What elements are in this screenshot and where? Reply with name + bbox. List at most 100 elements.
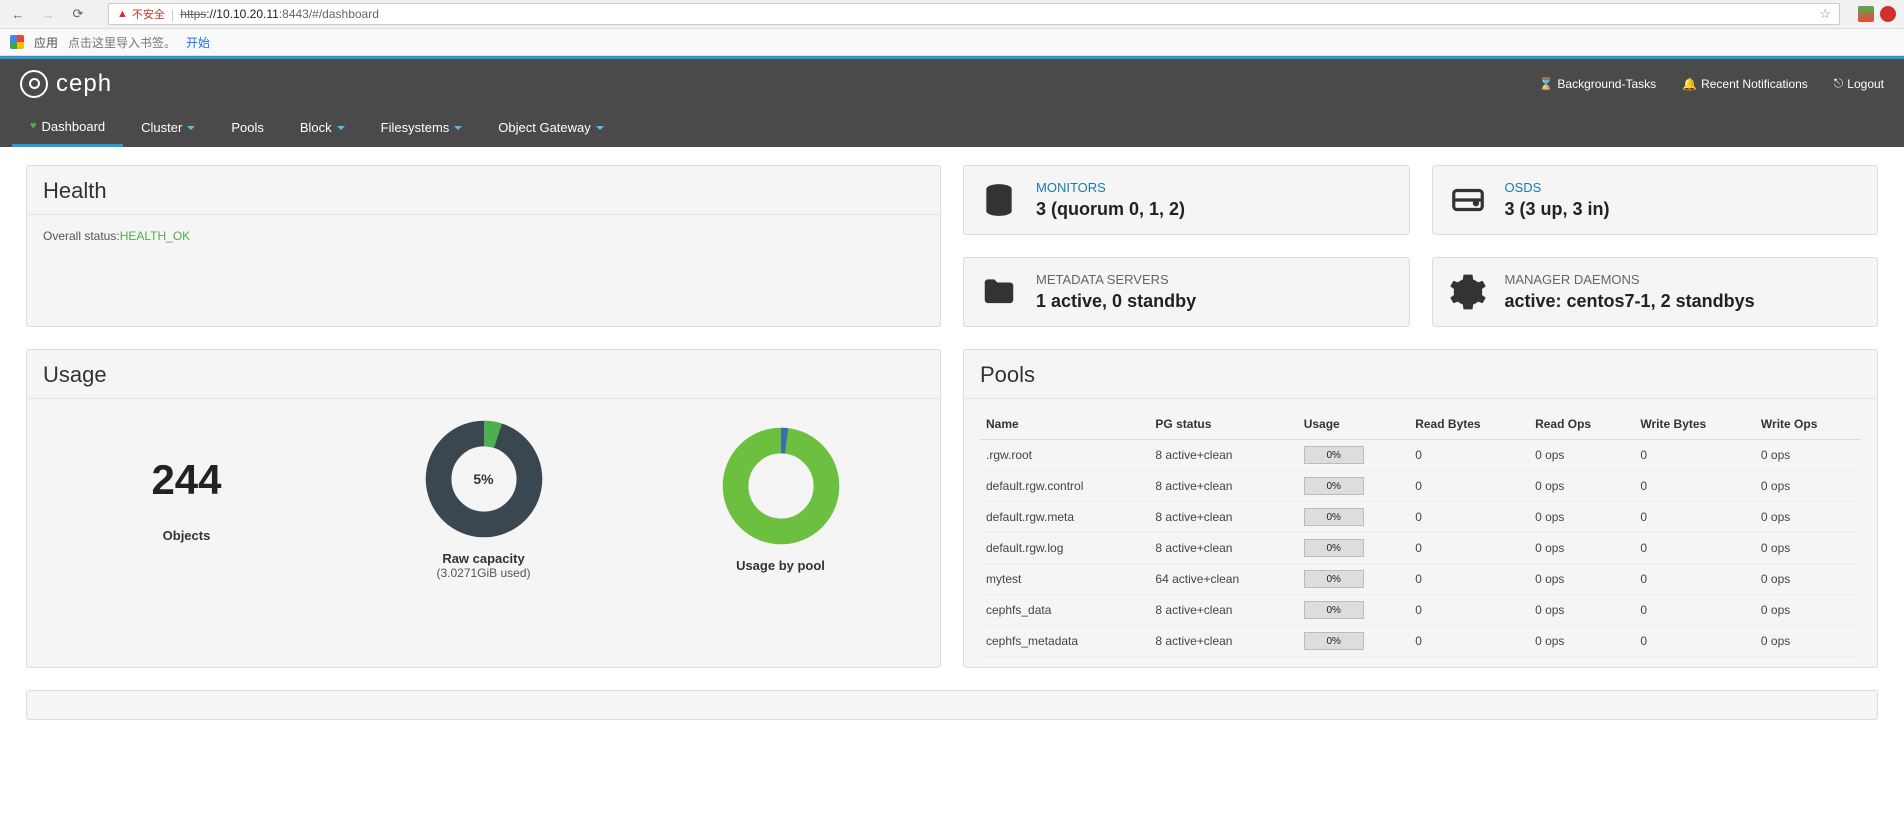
usage-bar: 0%: [1304, 539, 1364, 557]
cell-pg: 8 active+clean: [1149, 502, 1297, 533]
cell-name: mytest: [980, 564, 1149, 595]
monitors-card[interactable]: MONITORS 3 (quorum 0, 1, 2): [963, 165, 1410, 235]
address-bar[interactable]: ▲ 不安全 | https://10.10.20.11:8443/#/dashb…: [108, 3, 1840, 25]
usage-bar: 0%: [1304, 508, 1364, 526]
nav-object-gateway[interactable]: Object Gateway: [480, 108, 622, 147]
cell-wb: 0: [1634, 471, 1755, 502]
cell-rb: 0: [1409, 533, 1529, 564]
usage-bar: 0%: [1304, 632, 1364, 650]
mgr-card[interactable]: MANAGER DAEMONS active: centos7-1, 2 sta…: [1432, 257, 1879, 327]
usage-bar: 0%: [1304, 477, 1364, 495]
apps-icon[interactable]: [10, 35, 24, 49]
forward-button[interactable]: →: [38, 7, 58, 22]
logout-link[interactable]: ⎋ Logout: [1834, 76, 1884, 91]
bookmark-hint: 点击这里导入书签。: [68, 34, 176, 51]
mgr-label: MANAGER DAEMONS: [1505, 272, 1755, 287]
cell-name: .rgw.root: [980, 440, 1149, 471]
objects-col: 244 Objects: [151, 456, 221, 543]
monitors-value: 3 (quorum 0, 1, 2): [1036, 199, 1185, 220]
nav-pools[interactable]: Pools: [213, 108, 282, 147]
col-usage[interactable]: Usage: [1298, 409, 1410, 440]
usage-by-pool-donut: [721, 426, 841, 546]
chevron-down-icon: [596, 126, 604, 130]
raw-pct: 5%: [473, 471, 493, 487]
health-panel: Health Overall status:HEALTH_OK: [26, 165, 941, 327]
col-name[interactable]: Name: [980, 409, 1149, 440]
chevron-down-icon: [454, 126, 462, 130]
health-title: Health: [27, 166, 940, 215]
cell-rb: 0: [1409, 471, 1529, 502]
cell-pg: 64 active+clean: [1149, 564, 1297, 595]
cell-name: cephfs_data: [980, 595, 1149, 626]
extension-icon[interactable]: [1880, 6, 1896, 22]
nav-filesystems[interactable]: Filesystems: [363, 108, 481, 147]
browser-toolbar: ← → ⟳ ▲ 不安全 | https://10.10.20.11:8443/#…: [0, 0, 1904, 29]
usage-bar: 0%: [1304, 446, 1364, 464]
insecure-label: 不安全: [132, 6, 165, 22]
raw-capacity-col: 5% Raw capacity (3.0271GiB used): [424, 419, 544, 580]
cell-wb: 0: [1634, 564, 1755, 595]
bookmark-start[interactable]: 开始: [186, 34, 210, 51]
heart-icon: ♥: [30, 120, 37, 132]
nav-block[interactable]: Block: [282, 108, 363, 147]
table-row[interactable]: cephfs_data 8 active+clean 0% 0 0 ops 0 …: [980, 595, 1861, 626]
cell-ro: 0 ops: [1529, 626, 1634, 657]
table-row[interactable]: cephfs_metadata 8 active+clean 0% 0 0 op…: [980, 626, 1861, 657]
app-header: ceph ⌛ Background-Tasks 🔔 Recent Notific…: [0, 59, 1904, 147]
gear-icon: [1449, 273, 1487, 311]
table-row[interactable]: default.rgw.log 8 active+clean 0% 0 0 op…: [980, 533, 1861, 564]
table-header-row: Name PG status Usage Read Bytes Read Ops…: [980, 409, 1861, 440]
cell-wb: 0: [1634, 502, 1755, 533]
cell-name: default.rgw.log: [980, 533, 1149, 564]
recent-notifications-link[interactable]: 🔔 Recent Notifications: [1682, 76, 1808, 91]
pools-title: Pools: [964, 350, 1877, 399]
insecure-warning-icon: ▲ 不安全: [117, 6, 165, 22]
usage-bar: 0%: [1304, 601, 1364, 619]
table-row[interactable]: .rgw.root 8 active+clean 0% 0 0 ops 0 0 …: [980, 440, 1861, 471]
mds-card[interactable]: METADATA SERVERS 1 active, 0 standby: [963, 257, 1410, 327]
mds-value: 1 active, 0 standby: [1036, 291, 1196, 312]
objects-count: 244: [151, 456, 221, 504]
osds-label: OSDS: [1505, 180, 1610, 195]
cell-pg: 8 active+clean: [1149, 471, 1297, 502]
reload-button[interactable]: ⟳: [68, 6, 88, 22]
monitors-label: MONITORS: [1036, 180, 1185, 195]
back-button[interactable]: ←: [8, 7, 28, 22]
table-row[interactable]: default.rgw.meta 8 active+clean 0% 0 0 o…: [980, 502, 1861, 533]
col-rb[interactable]: Read Bytes: [1409, 409, 1529, 440]
nav-cluster[interactable]: Cluster: [123, 108, 213, 147]
extension-icon[interactable]: [1858, 6, 1874, 22]
cell-rb: 0: [1409, 564, 1529, 595]
cell-pg: 8 active+clean: [1149, 595, 1297, 626]
mgr-value: active: centos7-1, 2 standbys: [1505, 291, 1755, 312]
cell-usage: 0%: [1298, 564, 1410, 595]
bookmark-star-icon[interactable]: ☆: [1819, 6, 1831, 22]
database-icon: [980, 181, 1018, 219]
usage-title: Usage: [27, 350, 940, 399]
cell-pg: 8 active+clean: [1149, 626, 1297, 657]
cell-ro: 0 ops: [1529, 564, 1634, 595]
cell-name: default.rgw.control: [980, 471, 1149, 502]
col-wb[interactable]: Write Bytes: [1634, 409, 1755, 440]
brand-text: ceph: [56, 70, 112, 98]
col-ro[interactable]: Read Ops: [1529, 409, 1634, 440]
cell-wo: 0 ops: [1755, 440, 1861, 471]
col-wo[interactable]: Write Ops: [1755, 409, 1861, 440]
bypool-label: Usage by pool: [721, 558, 841, 573]
table-row[interactable]: mytest 64 active+clean 0% 0 0 ops 0 0 op…: [980, 564, 1861, 595]
apps-label[interactable]: 应用: [34, 34, 58, 51]
raw-capacity-donut: 5%: [424, 419, 544, 539]
background-tasks-link[interactable]: ⌛ Background-Tasks: [1538, 76, 1656, 91]
cell-name: cephfs_metadata: [980, 626, 1149, 657]
table-row[interactable]: default.rgw.control 8 active+clean 0% 0 …: [980, 471, 1861, 502]
brand[interactable]: ceph: [20, 70, 112, 98]
cell-name: default.rgw.meta: [980, 502, 1149, 533]
osds-card[interactable]: OSDS 3 (3 up, 3 in): [1432, 165, 1879, 235]
cell-pg: 8 active+clean: [1149, 533, 1297, 564]
cell-wb: 0: [1634, 626, 1755, 657]
usage-bar: 0%: [1304, 570, 1364, 588]
nav-dashboard[interactable]: ♥Dashboard: [12, 108, 123, 147]
url-text: https://10.10.20.11:8443/#/dashboard: [180, 7, 379, 21]
col-pg[interactable]: PG status: [1149, 409, 1297, 440]
ceph-logo-icon: [20, 70, 48, 98]
